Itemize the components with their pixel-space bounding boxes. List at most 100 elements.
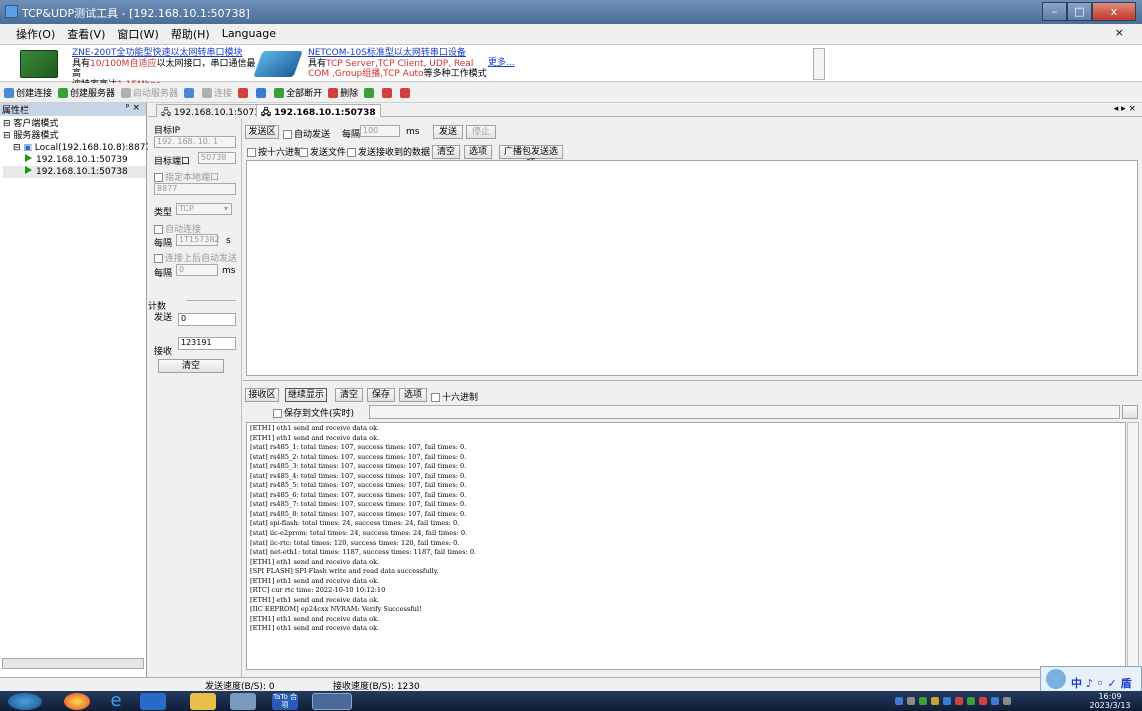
menu-help[interactable]: 帮助(H) [171, 26, 210, 42]
tray-icon[interactable] [931, 697, 939, 705]
toolbar-button[interactable]: 创建连接 [4, 86, 52, 99]
close-button[interactable]: x [1092, 2, 1136, 21]
ad2-text[interactable]: NETCOM-10S标准型以太网转串口设备 具有TCP Server,TCP C… [308, 48, 488, 80]
toolbar-icon [121, 87, 132, 98]
recv-options-button[interactable]: 选项 [399, 388, 427, 402]
toolbar-button[interactable] [364, 87, 376, 98]
tato-app-icon[interactable]: TaTo 合项 [272, 693, 298, 710]
window-controls: – □ x [1042, 2, 1136, 21]
toolbar-button[interactable]: 启动服务器 [121, 86, 178, 99]
save-file-path-field[interactable] [369, 405, 1120, 419]
recv-area-button[interactable]: 接收区 [245, 388, 279, 402]
ime-toolbar[interactable]: 中 ♪ ◦ ✓ 盾 [1040, 666, 1142, 692]
tree-item-client[interactable]: ⊟ 客户端模式 [3, 118, 146, 130]
tcp-udp-tool-icon[interactable] [312, 693, 352, 710]
toolbar-label: 全部断开 [286, 89, 323, 99]
media-icon[interactable] [140, 693, 166, 710]
tray-icon[interactable] [967, 697, 975, 705]
tab-50738[interactable]: 🖧 192.168.10.1:50738 [256, 104, 381, 118]
send-file-checkbox[interactable]: 发送文件 [299, 145, 346, 158]
local-port-checkbox[interactable]: 指定本地端口 [154, 170, 219, 183]
more-link[interactable]: 更多... [488, 55, 515, 68]
minimize-button[interactable]: – [1042, 2, 1067, 21]
ad2-line3: COM ,Group组播,TCP Auto等多种工作模式 [308, 69, 488, 80]
target-port-label: 目标端口 [154, 157, 191, 167]
tray-icon[interactable] [991, 697, 999, 705]
ie-icon[interactable]: e [103, 692, 129, 710]
log-line: [stat] rs485_6: total times: 107, succes… [250, 490, 467, 499]
toolbar-button[interactable] [400, 87, 412, 98]
tree-item-conn2[interactable]: 192.168.10.1:50738 [3, 166, 146, 178]
menu-window[interactable]: 窗口(W) [117, 26, 158, 42]
tray-icon[interactable] [895, 697, 903, 705]
volume-icon[interactable] [1003, 697, 1011, 705]
send-button[interactable]: 发送 [433, 125, 463, 139]
save-to-file-checkbox[interactable]: 保存到文件(实时) [273, 406, 354, 419]
chrome-icon[interactable] [64, 693, 90, 710]
mdi-close-button[interactable]: × [1115, 26, 1124, 39]
recv-clear-button[interactable]: 清空 [335, 388, 363, 402]
send-textarea[interactable] [246, 160, 1138, 376]
menu-language[interactable]: Language [222, 27, 276, 40]
ad2-line1[interactable]: NETCOM-10S标准型以太网转串口设备 [308, 48, 488, 59]
tree-label-server: 服务器模式 [13, 131, 59, 141]
toolbar-button[interactable] [238, 87, 250, 98]
folder-icon[interactable] [190, 693, 216, 710]
browse-button[interactable] [1122, 405, 1138, 419]
tab-nav-icons[interactable]: ◂ ▸ × [1114, 104, 1136, 114]
menu-view[interactable]: 查看(V) [67, 26, 105, 42]
log-scrollbar[interactable] [1127, 422, 1139, 670]
send-area-button[interactable]: 发送区 [245, 125, 279, 139]
clock[interactable]: 16:09 2023/3/13 [1085, 692, 1135, 710]
sidebar-hscrollbar[interactable] [2, 658, 144, 669]
toolbar-button[interactable] [184, 87, 196, 98]
toolbar-button[interactable] [256, 87, 268, 98]
toolbar-button[interactable]: 删除 [328, 86, 358, 99]
recv-save-button[interactable]: 保存 [367, 388, 395, 402]
tray-icon[interactable] [907, 697, 915, 705]
send-options-button[interactable]: 选项 [464, 145, 492, 159]
recv-count-field[interactable]: 123191 [178, 337, 236, 350]
stop-button[interactable]: 停止 [466, 125, 496, 139]
clear-count-button[interactable]: 清空 [158, 359, 224, 373]
tab-50739[interactable]: 🖧 192.168.10.1:50739 [156, 104, 271, 118]
send-count-field[interactable]: 0 [178, 313, 236, 326]
send-interval-field[interactable]: 100 [360, 125, 400, 137]
tree-item-conn1[interactable]: 192.168.10.1:50739 [3, 154, 146, 166]
continue-display-button[interactable]: 继续显示 [285, 388, 327, 402]
network-tool-icon[interactable] [230, 693, 256, 710]
toolbar-button[interactable] [382, 87, 394, 98]
type-select[interactable]: TCP ▾ [176, 203, 232, 215]
send-clear-button[interactable]: 清空 [432, 145, 460, 159]
broadcast-options-button[interactable]: 广播包发送选项 [499, 145, 563, 169]
ad-scrollbar[interactable] [813, 48, 825, 80]
toolbar-button[interactable]: 创建服务器 [58, 86, 115, 99]
start-button-icon[interactable] [8, 693, 42, 710]
ad2-line3b: 等多种工作模式 [423, 69, 487, 79]
maximize-button[interactable]: □ [1067, 2, 1092, 21]
toolbar-icon [274, 87, 285, 98]
receive-log[interactable]: [ETH1] eth1 send and receive data ok. [ET… [246, 422, 1126, 670]
log-line: [ETH1] eth1 send and receive data ok. [250, 557, 380, 566]
toolbar-button[interactable]: 连接 [202, 86, 232, 99]
auto-send-checkbox[interactable]: 自动发送 [283, 127, 330, 140]
checkbox-icon [273, 409, 282, 418]
menu-operate[interactable]: 操作(O) [16, 26, 55, 42]
tray-icon[interactable] [919, 697, 927, 705]
hex-display-checkbox[interactable]: 十六进制 [431, 390, 478, 403]
app-window: TCP&UDP测试工具 - [192.168.10.1:50738] – □ x… [0, 0, 1142, 711]
send-file-text: 发送文件 [310, 148, 347, 158]
tree-item-server[interactable]: ⊟ 服务器模式 [3, 130, 146, 142]
tray-icon[interactable] [955, 697, 963, 705]
send-interval-label: 每隔 [342, 130, 361, 140]
sidebar-pin-close-icon[interactable]: ᵖ × [126, 103, 140, 113]
auto-send-checkbox[interactable]: 连接上后自动发送 [154, 251, 237, 264]
tray-icon[interactable] [943, 697, 951, 705]
tray-icon[interactable] [979, 697, 987, 705]
toolbar-button[interactable]: 全部断开 [274, 86, 322, 99]
send-received-checkbox[interactable]: 发送接收到的数据 [347, 145, 430, 158]
log-line: [RTC] cur rtc time: 2022-10-10 10:12:10 [250, 586, 386, 595]
ad1-line1[interactable]: ZNE-200T全功能型快速以太网转串口模块 [72, 48, 262, 59]
tree-item-local[interactable]: ⊟ ▣ Local(192.168.10.8):8877 [3, 142, 151, 154]
hex-send-checkbox[interactable]: 按十六进制 [247, 145, 303, 158]
